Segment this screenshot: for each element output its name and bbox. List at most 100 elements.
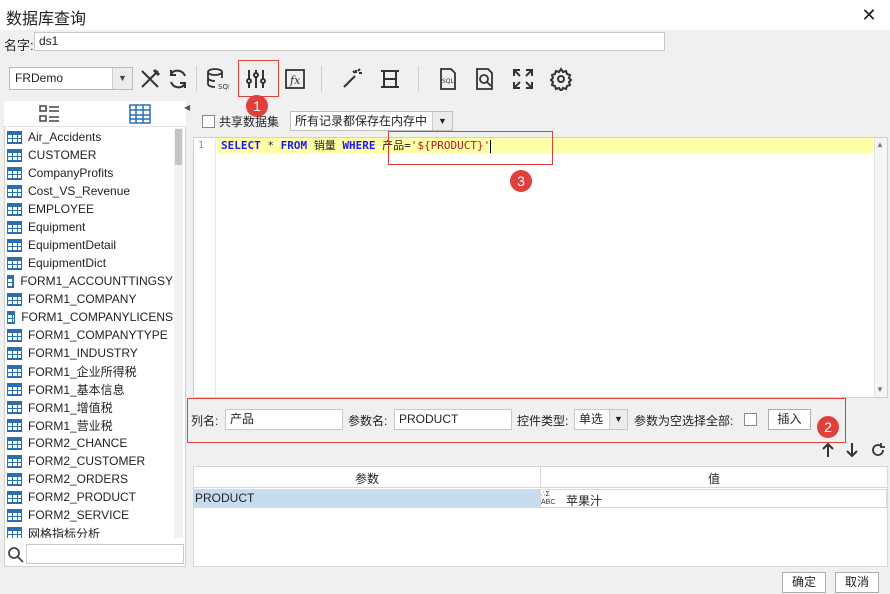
sql-table: 销量	[307, 139, 343, 152]
param-table-header: 参数 值	[194, 467, 887, 488]
param-name-input[interactable]: PRODUCT	[394, 409, 512, 430]
collapse-arrow-icon[interactable]: ◀	[184, 103, 190, 112]
close-icon[interactable]: ✕	[858, 4, 880, 26]
connection-select[interactable]: FRDemo ▼	[9, 67, 133, 90]
table-icon	[7, 454, 22, 468]
table-row-value[interactable]: ∴Σ ABC 苹果汁	[540, 489, 887, 508]
table-list-item[interactable]: FORM1_营业税	[5, 416, 173, 434]
line-number: 1	[198, 140, 205, 151]
control-type-value: 单选	[579, 412, 604, 426]
table-list-item[interactable]: FORM1_COMPANYTYPE	[5, 326, 173, 344]
table-list-item[interactable]: 网格指标分析	[5, 524, 173, 538]
table-list-item[interactable]: FORM2_CUSTOMER	[5, 452, 173, 470]
table-name: FORM2_PRODUCT	[28, 490, 137, 504]
table-list-item[interactable]: FORM2_CHANCE	[5, 434, 173, 452]
select-all-checkbox[interactable]	[744, 413, 757, 426]
sql-condition: 产品=	[375, 139, 411, 152]
table-name: FORM2_CUSTOMER	[28, 454, 146, 468]
scroll-up-icon[interactable]: ▲	[876, 140, 884, 149]
table-list-item[interactable]: FORM1_COMPANYLICENS	[5, 308, 173, 326]
table-view-icon[interactable]	[128, 103, 152, 125]
table-icon	[7, 382, 22, 396]
table-list-scrollbar[interactable]	[174, 128, 183, 538]
table-list-item[interactable]: EquipmentDetail	[5, 236, 173, 254]
share-checkbox[interactable]	[202, 115, 215, 128]
table-name: EquipmentDict	[28, 256, 107, 270]
window-title: 数据库查询	[6, 11, 87, 28]
refresh-params-icon[interactable]	[870, 442, 886, 458]
badge-2: 2	[817, 416, 839, 438]
cancel-button[interactable]: 取消	[835, 572, 879, 593]
table-name: Equipment	[28, 220, 86, 234]
move-up-icon[interactable]	[821, 442, 835, 458]
move-down-icon[interactable]	[845, 442, 859, 458]
table-list-item[interactable]: Air_Accidents	[5, 128, 173, 146]
memory-mode-select[interactable]: 所有记录都保存在内存中 ▼	[290, 111, 453, 131]
database-sql-icon[interactable]: SQL	[202, 64, 232, 94]
refresh-icon[interactable]	[163, 64, 193, 94]
table-list-item[interactable]: FORM1_INDUSTRY	[5, 344, 173, 362]
table-icon	[7, 202, 22, 216]
sql-editor[interactable]	[193, 137, 888, 398]
table-name: FORM2_CHANCE	[28, 436, 128, 450]
settings-icon[interactable]	[546, 64, 576, 94]
table-name: FORM1_营业税	[28, 418, 113, 433]
table-list-item[interactable]: CompanyProfits	[5, 164, 173, 182]
param-sliders-icon[interactable]	[241, 64, 271, 94]
table-name: EMPLOYEE	[28, 202, 95, 216]
table-row-param[interactable]: PRODUCT	[194, 489, 540, 508]
query-preview-icon[interactable]	[470, 64, 500, 94]
table-list-item[interactable]: EMPLOYEE	[5, 200, 173, 218]
name-input[interactable]: ds1	[34, 32, 665, 51]
table-list-item[interactable]: FORM1_COMPANY	[5, 290, 173, 308]
table-list: Air_Accidents CUSTOMER CompanyProfits Cost_…	[5, 128, 173, 538]
type-abc-icon[interactable]: ∴Σ ABC	[541, 491, 561, 507]
table-search-input[interactable]	[26, 544, 184, 564]
editor-scrollbar[interactable]	[874, 138, 887, 397]
share-label: 共享数据集	[219, 115, 280, 129]
table-list-item[interactable]: FORM1_增值税	[5, 398, 173, 416]
sql-where: WHERE	[342, 139, 376, 152]
table-list-item[interactable]: FORM1_企业所得税	[5, 362, 173, 380]
table-list-item[interactable]: FORM1_ACCOUNTTINGSY	[5, 272, 173, 290]
scrollbar-thumb[interactable]	[175, 129, 182, 165]
table-icon	[7, 310, 16, 324]
name-label: 名字:	[4, 38, 34, 53]
table-name: FORM1_ACCOUNTTINGSY	[20, 274, 173, 288]
column-split-icon[interactable]	[375, 64, 405, 94]
table-name: EquipmentDetail	[28, 238, 117, 252]
control-type-select[interactable]: 单选 ▼	[574, 409, 628, 430]
table-list-item[interactable]: Equipment	[5, 218, 173, 236]
table-list-item[interactable]: Cost_VS_Revenue	[5, 182, 173, 200]
table-list-item[interactable]: FORM2_ORDERS	[5, 470, 173, 488]
tools-icon[interactable]	[135, 64, 165, 94]
chevron-down-icon: ▼	[432, 112, 452, 130]
table-list-item[interactable]: FORM1_基本信息	[5, 380, 173, 398]
fullscreen-icon[interactable]	[508, 64, 538, 94]
ok-button[interactable]: 确定	[782, 572, 826, 593]
scroll-down-icon[interactable]: ▼	[876, 385, 884, 394]
table-icon	[7, 490, 22, 504]
table-icon	[7, 166, 22, 180]
column-input[interactable]: 产品	[225, 409, 343, 430]
table-icon	[7, 400, 22, 414]
insert-button[interactable]: 插入	[768, 409, 811, 430]
sql-text[interactable]: SELECT * FROM 销量 WHERE 产品='${PRODUCT}'	[221, 139, 492, 153]
toolbar-divider	[418, 66, 419, 92]
wizard-icon[interactable]	[337, 64, 367, 94]
formula-icon[interactable]: fx	[280, 64, 310, 94]
table-list-item[interactable]: EquipmentDict	[5, 254, 173, 272]
list-view-icon[interactable]	[39, 104, 61, 124]
table-icon	[7, 256, 22, 270]
table-list-item[interactable]: FORM2_SERVICE	[5, 506, 173, 524]
table-list-item[interactable]: CUSTOMER	[5, 146, 173, 164]
svg-text:SQL: SQL	[218, 83, 229, 91]
table-icon	[7, 130, 22, 144]
text-cursor	[490, 139, 492, 153]
table-list-item[interactable]: FORM2_PRODUCT	[5, 488, 173, 506]
value-column-header: 值	[707, 472, 720, 486]
sql-icon[interactable]: SQL	[433, 64, 463, 94]
svg-text:fx: fx	[289, 74, 301, 87]
table-name: FORM1_COMPANY	[28, 292, 137, 306]
param-column-header: 参数	[354, 472, 379, 486]
